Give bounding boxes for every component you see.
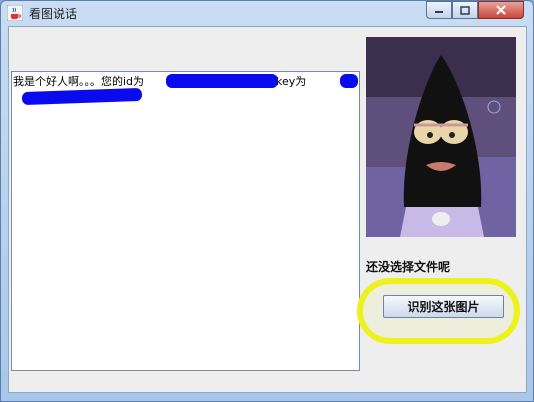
file-status-label: 还没选择文件呢: [366, 260, 451, 274]
maximize-icon: [460, 5, 470, 15]
minimize-icon: [435, 11, 443, 13]
maximize-button[interactable]: [452, 1, 478, 19]
java-cup-icon: [7, 5, 23, 21]
close-button[interactable]: [478, 1, 524, 19]
result-text-area[interactable]: 我是个好人啊。。。您的id为 您的key为: [11, 71, 360, 371]
title-bar[interactable]: 看图说话: [1, 1, 533, 25]
preview-image: [366, 37, 516, 237]
recognize-image-button[interactable]: 识别这张图片: [383, 295, 504, 318]
minimize-button[interactable]: [426, 1, 452, 19]
window-title: 看图说话: [29, 7, 78, 21]
redaction-scribble: [340, 74, 358, 88]
redaction-scribble: [166, 74, 278, 88]
result-prefix-text: 我是个好人啊。。。您的id为: [13, 75, 145, 88]
close-icon: [496, 5, 506, 15]
